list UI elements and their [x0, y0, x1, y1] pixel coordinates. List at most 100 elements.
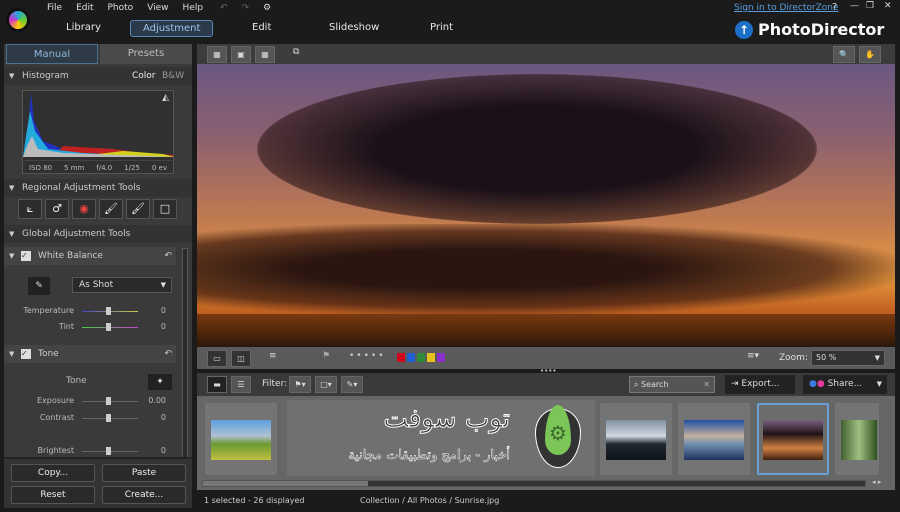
paste-button[interactable]: Paste [102, 464, 186, 482]
thumbnail-plants[interactable] [835, 403, 879, 475]
thumbnail-sunrise-selected[interactable] [757, 403, 829, 475]
eraser-brush-icon[interactable]: 🖌 [126, 199, 150, 219]
adjustment-panel: Manual Presets Histogram Color B&W ◭ ISO… [4, 44, 192, 508]
filmstrip-view-icon[interactable]: ▬ [207, 376, 227, 393]
tab-library[interactable]: Library [66, 22, 101, 33]
white-balance-header[interactable]: ✓White Balance↶ [4, 247, 176, 265]
aperture: f/4.0 [96, 164, 113, 172]
rotate-icon[interactable]: ≡ [269, 351, 277, 361]
share-button[interactable]: ●● Share... ▼ [803, 375, 887, 394]
wb-preset-select[interactable]: As Shot ▼ [72, 277, 172, 293]
sign-in-link[interactable]: Sign in to DirectorZone [734, 3, 839, 13]
crop-tool-icon[interactable]: ⟀ [18, 199, 42, 219]
color-label-swatch[interactable] [437, 353, 445, 362]
copy-button[interactable]: Copy... [11, 464, 95, 482]
search-input[interactable]: ⌕ Search ✕ [629, 376, 715, 393]
photo-path: Collection / All Photos / Sunrise.jpg [360, 496, 500, 505]
global-tools-header[interactable]: Global Adjustment Tools [4, 225, 192, 243]
undo-icon[interactable]: ↶ [220, 3, 228, 13]
color-label-swatch[interactable] [397, 353, 405, 362]
help-button[interactable]: ? [832, 2, 837, 13]
flag-filter-icon[interactable]: ⚑▾ [289, 376, 311, 393]
histogram-color[interactable]: Color [132, 67, 156, 85]
temperature-slider[interactable] [82, 307, 138, 315]
chevron-down-icon[interactable]: ▼ [877, 375, 882, 394]
thumbnail-mountain-lake[interactable] [678, 403, 750, 475]
thumbnail-meadow[interactable] [205, 403, 277, 475]
create-button[interactable]: Create... [102, 486, 186, 504]
label-filter-icon[interactable]: □▾ [315, 376, 337, 393]
contrast-slider[interactable] [82, 414, 138, 422]
restore-button[interactable]: ❐ [866, 1, 874, 11]
photo-preview[interactable] [197, 64, 895, 346]
share-icon: ●● [809, 379, 825, 389]
spot-removal-icon[interactable]: ♂ [45, 199, 69, 219]
viewer-mode-icon[interactable]: ▣ [231, 46, 251, 63]
tone-checkbox[interactable]: ✓ [21, 349, 31, 359]
reset-tone-icon[interactable]: ↶ [164, 345, 172, 363]
rating-stars[interactable]: ••••• [349, 351, 386, 361]
auto-tone-icon[interactable]: ✦ [148, 374, 172, 390]
flag-icon[interactable]: ⚑ [322, 351, 330, 361]
tab-presets[interactable]: Presets [100, 44, 192, 64]
clipping-warning-icon[interactable]: ◭ [162, 93, 169, 103]
menu-file[interactable]: File [47, 3, 62, 13]
menu-help[interactable]: Help [183, 3, 204, 13]
hand-tool-icon[interactable]: ✋ [859, 46, 881, 63]
export-button[interactable]: ⇥ Export... [725, 375, 795, 394]
panel-scrollbar[interactable] [182, 248, 188, 478]
scrollbar-thumb[interactable] [203, 481, 368, 486]
zoom-select[interactable]: 50 % ▼ [811, 350, 885, 366]
reset-button[interactable]: Reset [11, 486, 95, 504]
eyedropper-icon[interactable]: ✎ [28, 277, 50, 295]
compare-icon[interactable]: ⧉ [293, 47, 299, 57]
redo-icon[interactable]: ↷ [242, 3, 250, 13]
reset-wb-icon[interactable]: ↶ [164, 247, 172, 265]
scroll-arrows-icon[interactable]: ◂ ▸ [872, 478, 881, 486]
menu-view[interactable]: View [147, 3, 168, 13]
regional-tools-header[interactable]: Regional Adjustment Tools [4, 179, 192, 197]
color-label-swatch[interactable] [407, 353, 415, 362]
menu-edit[interactable]: Edit [76, 3, 93, 13]
histogram-bw[interactable]: B&W [162, 67, 184, 85]
single-photo-icon[interactable]: ▭ [207, 350, 227, 367]
panel-actions: Copy... Paste Reset Create... [4, 457, 192, 508]
grid-view-icon[interactable]: ▦ [255, 46, 275, 63]
tab-print[interactable]: Print [430, 22, 453, 33]
single-view-icon[interactable]: ▦ [207, 46, 227, 63]
minimize-button[interactable]: — [850, 1, 859, 11]
list-view-icon[interactable]: ☰ [231, 376, 251, 393]
filmstrip-scrollbar[interactable] [202, 480, 866, 487]
brightest-slider[interactable] [82, 447, 138, 455]
before-after-icon[interactable]: ◫ [231, 350, 251, 367]
edit-filter-icon[interactable]: ✎▾ [341, 376, 363, 393]
tab-adjustment[interactable]: Adjustment [130, 20, 214, 37]
histogram: ◭ ISO 80 5 mm f/4.0 1/25 0 ev [22, 90, 174, 174]
tab-slideshow[interactable]: Slideshow [329, 22, 379, 33]
upload-icon: ↑ [735, 20, 753, 39]
search-icon: ⌕ [634, 380, 639, 389]
tone-header[interactable]: ✓Tone↶ [4, 345, 176, 363]
red-eye-icon[interactable]: ◉ [72, 199, 96, 219]
graduated-filter-icon[interactable]: □ [153, 199, 177, 219]
photo-toolbar: ▭ ◫ ≡ ⚑ ••••• ≡▾ Zoom: 50 % ▼ [197, 347, 895, 369]
white-balance-checkbox[interactable]: ✓ [21, 251, 31, 261]
viewer-toolbar: ▦ ▣ ▦ ⧉ 🔍 ✋ [197, 44, 895, 64]
brush-icon[interactable]: 🖌 [99, 199, 123, 219]
color-label-swatch[interactable] [427, 353, 435, 362]
tab-manual[interactable]: Manual [6, 44, 98, 64]
zoom-tool-icon[interactable]: 🔍 [833, 46, 855, 63]
clear-search-icon[interactable]: ✕ [703, 377, 710, 392]
color-label-swatch[interactable] [417, 353, 425, 362]
histogram-header[interactable]: Histogram Color B&W [4, 67, 192, 85]
tab-edit[interactable]: Edit [252, 22, 271, 33]
close-button[interactable]: ✕ [884, 1, 892, 11]
app-logo [6, 8, 30, 32]
settings-icon[interactable]: ⚙ [263, 3, 271, 13]
menu-photo[interactable]: Photo [108, 3, 134, 13]
thumbnail-lake-boat[interactable] [600, 403, 672, 475]
sort-icon[interactable]: ≡▾ [747, 351, 759, 361]
tint-slider[interactable] [82, 323, 138, 331]
exposure-slider[interactable] [82, 397, 138, 405]
tone-label: Tone [66, 376, 87, 386]
